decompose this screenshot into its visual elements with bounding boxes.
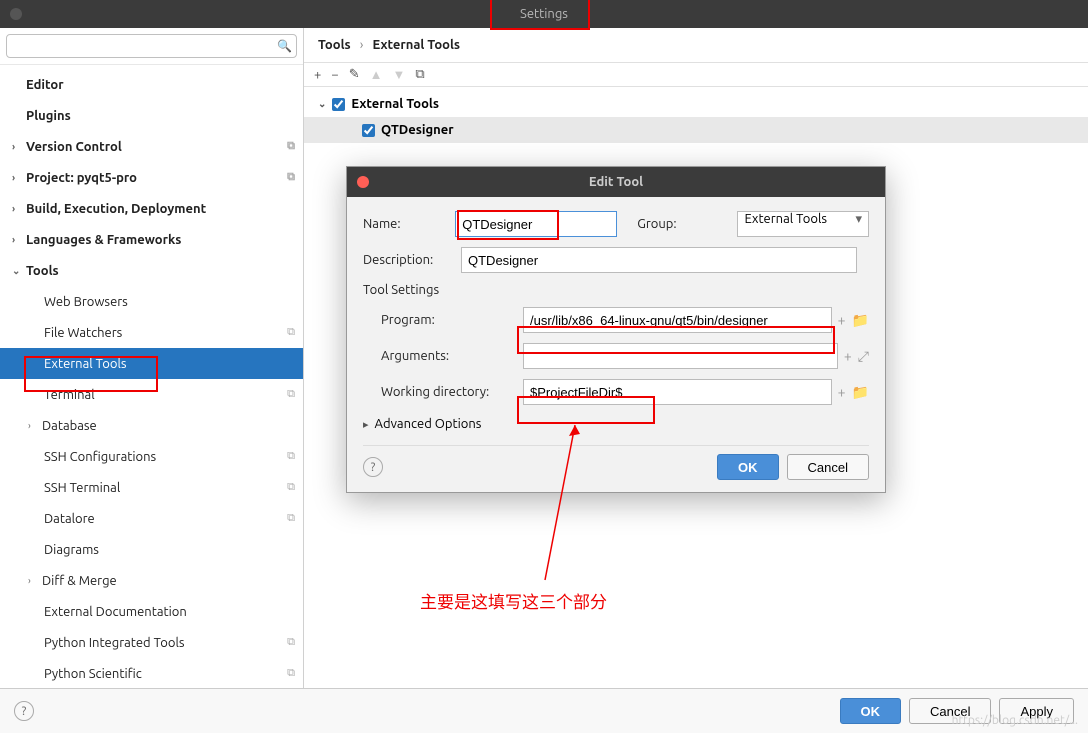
settings-help-button[interactable]: ? (14, 701, 34, 721)
sidebar-item-ext-doc[interactable]: External Documentation (0, 596, 303, 627)
browse-folder-icon[interactable]: 📁 (852, 384, 869, 401)
sidebar-item-python-scientific[interactable]: Python Scientific⧉ (0, 658, 303, 688)
copy-icon: ⧉ (287, 140, 295, 153)
tools-child-label: QTDesigner (381, 123, 454, 137)
titlebar: Settings (0, 0, 1088, 28)
sidebar-item-web-browsers[interactable]: Web Browsers (0, 286, 303, 317)
copy-icon: ⧉ (287, 450, 295, 463)
annotation-text: 主要是这填写这三个部分 (420, 588, 607, 613)
desc-input[interactable] (461, 247, 857, 273)
breadcrumb: Tools › External Tools (304, 28, 1088, 63)
wd-label: Working directory: (363, 385, 523, 399)
wd-input[interactable] (523, 379, 832, 405)
copy-icon: ⧉ (287, 512, 295, 525)
group-value: External Tools (744, 212, 827, 226)
bottom-bar: ? OK Cancel Apply (0, 688, 1088, 733)
chevron-right-icon: ▸ (363, 418, 369, 431)
toolbar: + − ✎ ▲ ▼ ⧉ (304, 63, 1088, 87)
tools-child-checkbox[interactable] (362, 124, 375, 137)
sidebar-item-external-tools[interactable]: External Tools (0, 348, 303, 379)
dialog-ok-button[interactable]: OK (717, 454, 779, 480)
tools-child[interactable]: QTDesigner (304, 117, 1088, 143)
sidebar-item-terminal[interactable]: Terminal⧉ (0, 379, 303, 410)
sidebar-item-editor[interactable]: Editor (0, 69, 303, 100)
dialog-close-dot[interactable] (357, 176, 369, 188)
copy-icon: ⧉ (287, 388, 295, 401)
sidebar-item-languages[interactable]: ›Languages & Frameworks (0, 224, 303, 255)
dialog-cancel-button[interactable]: Cancel (787, 454, 869, 480)
dialog-title: Edit Tool (589, 175, 643, 189)
expand-icon[interactable]: ⤢ (858, 348, 869, 365)
remove-icon[interactable]: − (331, 68, 338, 82)
tool-settings-label: Tool Settings (363, 283, 869, 297)
dialog-titlebar: Edit Tool (347, 167, 885, 197)
window-close-dot[interactable] (10, 8, 22, 20)
copy-icon: ⧉ (287, 667, 295, 680)
sidebar: 🔍 Editor Plugins ›Version Control⧉ ›Proj… (0, 28, 304, 688)
window-title: Settings (520, 7, 568, 21)
copy-icon[interactable]: ⧉ (415, 67, 424, 82)
sidebar-item-build[interactable]: ›Build, Execution, Deployment (0, 193, 303, 224)
program-input[interactable] (523, 307, 832, 333)
args-input[interactable] (523, 343, 838, 369)
edit-tool-dialog: Edit Tool Name: Group: External Tools De… (346, 166, 886, 493)
sidebar-item-file-watchers[interactable]: File Watchers⧉ (0, 317, 303, 348)
program-label: Program: (363, 313, 523, 327)
sidebar-item-ssh-config[interactable]: SSH Configurations⧉ (0, 441, 303, 472)
chevron-right-icon: › (360, 38, 364, 52)
insert-macro-icon[interactable]: + (838, 312, 846, 328)
copy-icon: ⧉ (287, 326, 295, 339)
search-input[interactable] (6, 34, 297, 58)
insert-macro-icon[interactable]: + (838, 384, 846, 400)
sidebar-item-ssh-terminal[interactable]: SSH Terminal⧉ (0, 472, 303, 503)
sidebar-item-plugins[interactable]: Plugins (0, 100, 303, 131)
tools-root-label: External Tools (351, 97, 439, 111)
sidebar-item-diagrams[interactable]: Diagrams (0, 534, 303, 565)
group-label: Group: (637, 217, 729, 231)
advanced-label: Advanced Options (375, 417, 482, 431)
desc-label: Description: (363, 253, 461, 267)
chevron-down-icon: ⌄ (318, 98, 326, 110)
down-icon[interactable]: ▼ (392, 67, 405, 82)
watermark: https://blog.csdn.net/... (952, 714, 1078, 727)
insert-macro-icon[interactable]: + (844, 348, 852, 364)
sidebar-item-database[interactable]: ›Database (0, 410, 303, 441)
tools-tree: ⌄ External Tools QTDesigner (304, 87, 1088, 147)
sidebar-tree: Editor Plugins ›Version Control⧉ ›Projec… (0, 65, 303, 688)
advanced-options[interactable]: ▸ Advanced Options (363, 417, 869, 431)
name-input[interactable] (455, 211, 617, 237)
browse-folder-icon[interactable]: 📁 (852, 312, 869, 329)
add-icon[interactable]: + (314, 68, 321, 82)
copy-icon: ⧉ (287, 171, 295, 184)
sidebar-item-python-tools[interactable]: Python Integrated Tools⧉ (0, 627, 303, 658)
sidebar-item-version-control[interactable]: ›Version Control⧉ (0, 131, 303, 162)
settings-ok-button[interactable]: OK (840, 698, 902, 724)
copy-icon: ⧉ (287, 636, 295, 649)
args-label: Arguments: (363, 349, 523, 363)
tools-root-checkbox[interactable] (332, 98, 345, 111)
sidebar-item-datalore[interactable]: Datalore⧉ (0, 503, 303, 534)
tools-root[interactable]: ⌄ External Tools (304, 91, 1088, 117)
up-icon[interactable]: ▲ (370, 67, 383, 82)
sidebar-item-project[interactable]: ›Project: pyqt5-pro⧉ (0, 162, 303, 193)
search-wrap: 🔍 (0, 28, 303, 65)
edit-icon[interactable]: ✎ (349, 67, 360, 82)
breadcrumb-b: External Tools (372, 38, 460, 52)
copy-icon: ⧉ (287, 481, 295, 494)
group-select[interactable]: External Tools (737, 211, 869, 237)
search-icon: 🔍 (277, 39, 292, 53)
name-label: Name: (363, 217, 455, 231)
breadcrumb-a[interactable]: Tools (318, 38, 351, 52)
help-button[interactable]: ? (363, 457, 383, 477)
sidebar-item-diff-merge[interactable]: ›Diff & Merge (0, 565, 303, 596)
sidebar-item-tools[interactable]: ⌄Tools (0, 255, 303, 286)
